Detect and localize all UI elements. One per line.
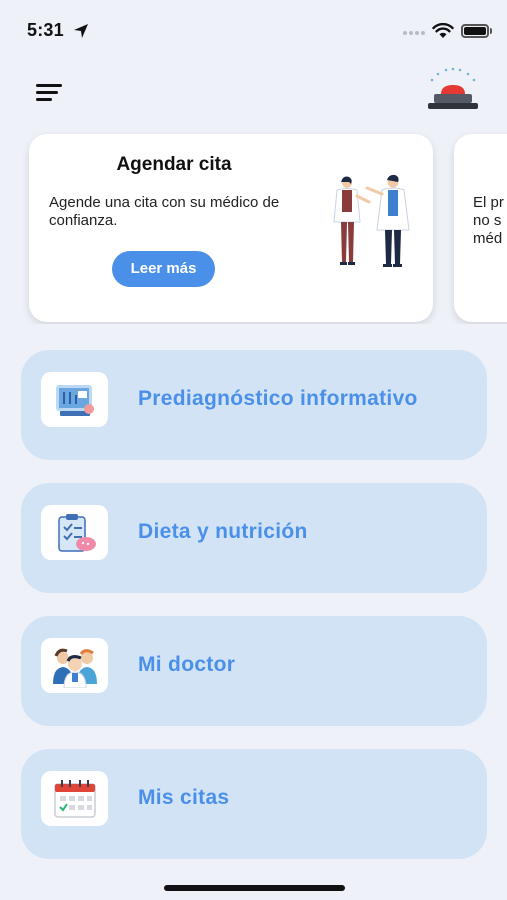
menu-item-prediagnosis[interactable]: Prediagnóstico informativo [21,350,487,460]
status-time: 5:31 [27,20,64,40]
card-title: Agendar cita [116,154,232,175]
calendar-icon [53,779,96,818]
info-carousel[interactable]: Agendar cita Agende una cita con su médi… [0,132,507,324]
appointment-promo-card[interactable]: Agendar cita Agende una cita con su médi… [29,134,433,322]
menu-item-label: Mi doctor [138,653,236,676]
menu-item-my-appointments[interactable]: Mis citas [21,749,487,859]
doctors-illustration [333,174,410,267]
hamburger-menu-button[interactable] [36,82,66,104]
card-description-partial: El pr no s méd [473,194,504,247]
cellular-signal-icon [403,31,425,35]
menu-item-label: Dieta y nutrición [138,520,308,543]
menu-item-label: Prediagnóstico informativo [138,387,418,410]
emergency-siren-icon [428,67,478,109]
doctors-icon [52,648,97,688]
card-description: Agende una cita con su médico de confian… [49,194,280,229]
location-arrow-icon [74,24,88,38]
diet-clipboard-icon [57,513,96,552]
battery-icon [461,24,489,38]
emergency-alarm-button[interactable] [424,66,482,112]
status-bar: 5:31 [0,0,507,60]
home-indicator[interactable] [164,885,345,891]
read-more-button[interactable]: Leer más [112,251,215,287]
menu-item-my-doctor[interactable]: Mi doctor [21,616,487,726]
wifi-icon [432,23,454,38]
menu-item-diet[interactable]: Dieta y nutrición [21,483,487,593]
next-promo-card[interactable]: El pr no s méd [454,134,507,322]
menu-item-label: Mis citas [138,786,230,809]
prediagnosis-icon [55,384,94,416]
